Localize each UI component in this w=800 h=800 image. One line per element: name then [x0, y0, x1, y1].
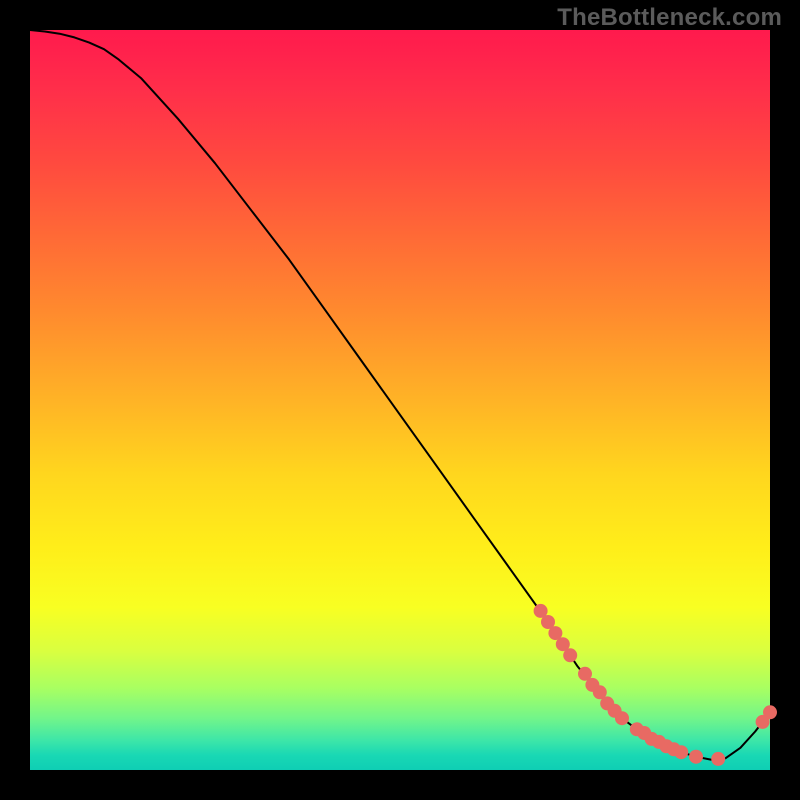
- chart-svg: [30, 30, 770, 770]
- curve-marker: [674, 745, 688, 759]
- curve-marker: [615, 711, 629, 725]
- curve-marker: [563, 648, 577, 662]
- plot-gradient-area: [30, 30, 770, 770]
- bottleneck-curve: [30, 30, 770, 760]
- marker-group: [534, 604, 777, 766]
- curve-marker: [763, 705, 777, 719]
- watermark-text: TheBottleneck.com: [557, 4, 782, 32]
- curve-marker: [689, 750, 703, 764]
- chart-frame: TheBottleneck.com: [0, 0, 800, 800]
- curve-marker: [711, 752, 725, 766]
